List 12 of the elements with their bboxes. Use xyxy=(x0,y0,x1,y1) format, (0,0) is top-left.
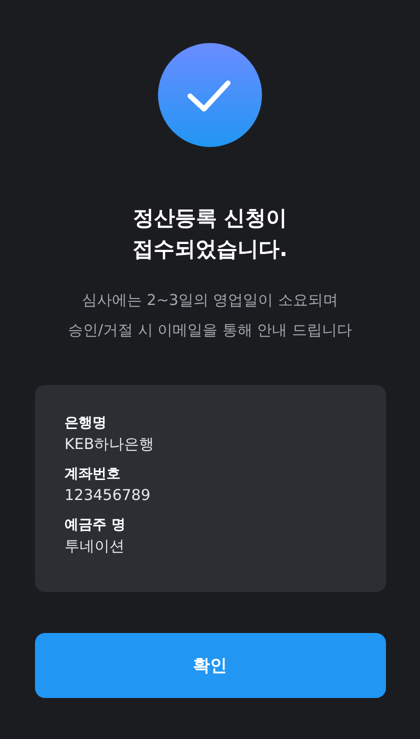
description-line: 승인/거절 시 이메일을 통해 안내 드립니다 xyxy=(68,320,352,341)
detail-label: 예금주 명 xyxy=(64,516,126,535)
detail-label: 계좌번호 xyxy=(64,465,120,484)
description-line: 심사에는 2~3일의 영업일이 소요되며 xyxy=(82,290,338,311)
detail-label: 은행명 xyxy=(64,414,106,433)
detail-value: 투네이션 xyxy=(64,536,124,557)
confirm-button[interactable]: 확인 xyxy=(34,633,386,698)
check-icon xyxy=(158,43,262,147)
detail-value: KEB하나은행 xyxy=(64,434,154,455)
title-line: 접수되었습니다. xyxy=(132,236,288,263)
detail-value: 123456789 xyxy=(64,485,150,506)
title-line: 정산등록 신청이 xyxy=(132,205,288,232)
